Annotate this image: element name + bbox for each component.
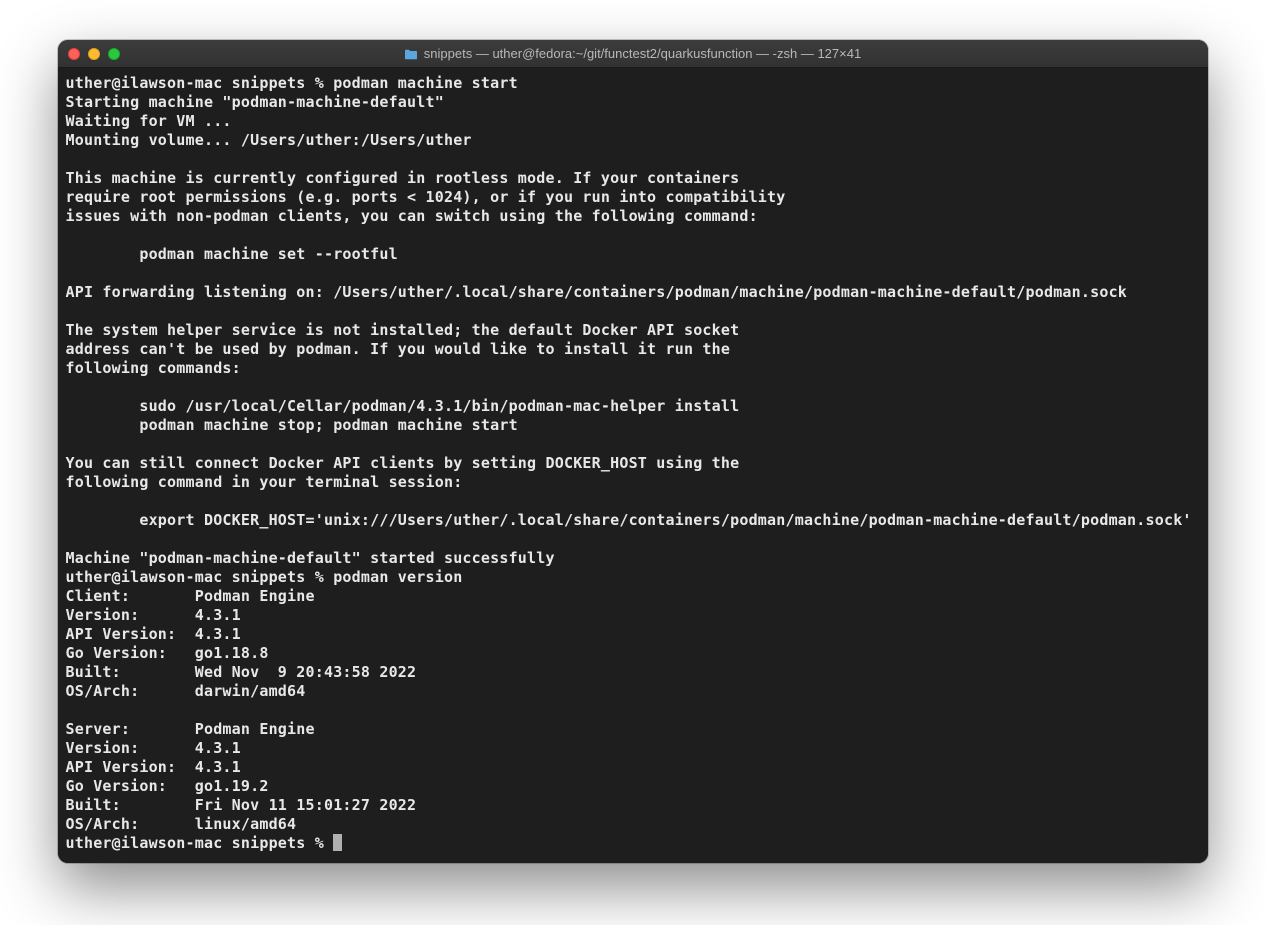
maximize-button[interactable] [108, 48, 120, 60]
titlebar[interactable]: snippets — uther@fedora:~/git/functest2/… [58, 40, 1208, 68]
terminal-window: snippets — uther@fedora:~/git/functest2/… [58, 40, 1208, 863]
close-button[interactable] [68, 48, 80, 60]
terminal-prompt: uther@ilawson-mac snippets % [66, 834, 334, 852]
traffic-lights [68, 48, 120, 60]
cursor [333, 834, 342, 851]
window-title-text: snippets — uther@fedora:~/git/functest2/… [424, 46, 861, 61]
folder-icon [404, 48, 418, 59]
terminal-body[interactable]: uther@ilawson-mac snippets % podman mach… [58, 68, 1208, 863]
window-title: snippets — uther@fedora:~/git/functest2/… [68, 46, 1198, 61]
minimize-button[interactable] [88, 48, 100, 60]
terminal-output: uther@ilawson-mac snippets % podman mach… [66, 74, 1192, 833]
